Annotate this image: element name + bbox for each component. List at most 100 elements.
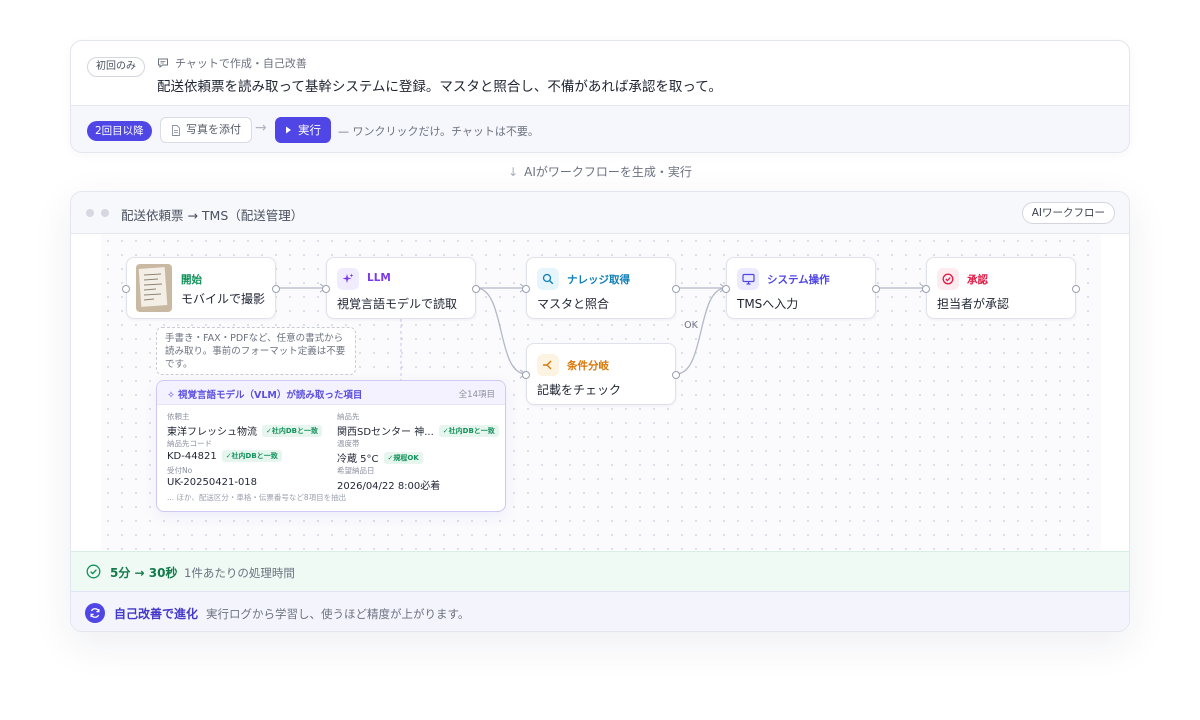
first-only-badge: 初回のみ <box>87 57 145 77</box>
port-in[interactable] <box>922 285 930 293</box>
workflow-header: 配送依頼票 → TMS（配送管理） AIワークフロー <box>71 192 1129 234</box>
generate-label: ↓ AIがワークフローを生成・実行 <box>0 163 1200 180</box>
instruction-card: 初回のみ チャットで作成・自己改善 配送依頼票を読み取って基幹システムに登録。マ… <box>70 40 1130 153</box>
ai-workflow-badge: AIワークフロー <box>1021 202 1115 224</box>
check-circle-icon <box>86 564 101 579</box>
port-in[interactable] <box>722 285 730 293</box>
field-value-row: 東洋フレッシュ物流 ✓社内DBと一致 <box>167 423 332 438</box>
field-value-row: KD-44821 ✓社内DBと一致 <box>167 450 332 462</box>
time-note: 1件あたりの処理時間 <box>184 566 295 580</box>
chat-instruction: 配送依頼票を読み取って基幹システムに登録。マスタと照合し、不備があれば承認を取っ… <box>157 79 722 95</box>
port-out[interactable] <box>872 285 880 293</box>
node-branch[interactable]: 条件分岐 記載をチェック <box>522 343 680 405</box>
node-approval[interactable]: 承認 担当者が承認 <box>922 257 1080 319</box>
self-improve-title: 自己改善で進化 <box>114 607 199 621</box>
workflow-card: 配送依頼票 → TMS（配送管理） AIワークフロー OK 開始 モバイルで撮影… <box>70 191 1130 632</box>
refresh-icon <box>85 603 105 623</box>
rule-tag: ✓規程OK <box>383 451 423 464</box>
workflow-canvas[interactable]: OK 開始 モバイルで撮影 LLM 視覚言語モデルで読取 ナレッジ取得 マスタと… <box>101 234 1101 550</box>
node-text: モバイルで撮影 <box>181 292 266 306</box>
node-llm[interactable]: LLM 視覚言語モデルで読取 <box>322 257 480 319</box>
play-icon <box>286 126 291 134</box>
node-type-label: LLM <box>367 272 391 284</box>
node-type-label: ナレッジ取得 <box>567 274 630 286</box>
vlm-header: ✧ 視覚言語モデル（VLM）が読み取った項目 全14項目 <box>157 381 505 405</box>
port-out[interactable] <box>272 285 280 293</box>
field-label: 受付No <box>167 466 193 475</box>
port-in[interactable] <box>322 285 330 293</box>
chat-meta-label: チャットで作成・自己改善 <box>175 57 307 70</box>
port-out[interactable] <box>472 285 480 293</box>
field-value: 東洋フレッシュ物流 <box>167 427 257 438</box>
edge-branch-system <box>675 287 727 375</box>
field-value: KD-44821 <box>167 450 217 462</box>
field-label: 希望納品日 <box>337 466 375 475</box>
generate-text: AIがワークフローを生成・実行 <box>524 165 692 179</box>
field-value-row: UK-20250421-018 <box>167 477 332 488</box>
node-text: 視覚言語モデルで読取 <box>337 297 458 311</box>
sparkle-icon: ✧ <box>167 390 175 401</box>
field-value-row: 2026/04/22 8:00必着 <box>337 477 502 492</box>
run-label: 実行 <box>298 123 321 137</box>
branch-icon <box>537 354 559 376</box>
port-out[interactable] <box>672 285 680 293</box>
node-system[interactable]: システム操作 TMSへ入力 <box>722 257 880 319</box>
vlm-field: 納品先 関西SDセンター 神... ✓社内DBと一致 <box>337 411 502 438</box>
chat-meta: チャットで作成・自己改善 <box>157 55 307 71</box>
edge-label-ok: OK <box>684 320 698 331</box>
vlm-extraction-card: ✧ 視覚言語モデル（VLM）が読み取った項目 全14項目 依頼主 東洋フレッシュ物… <box>156 380 506 512</box>
field-value-row: 関西SDセンター 神... ✓社内DBと一致 <box>337 423 502 438</box>
vlm-footer: ... ほか、配送区分・車格・伝票番号など8項目を抽出 <box>167 493 347 502</box>
node-start[interactable]: 開始 モバイルで撮影 <box>122 257 280 319</box>
port-in[interactable] <box>522 285 530 293</box>
document-photo-thumbnail <box>136 264 172 312</box>
monitor-icon <box>737 268 759 290</box>
vlm-title-text: 視覚言語モデル（VLM）が読み取った項目 <box>177 390 363 401</box>
match-tag: ✓社内DBと一致 <box>262 424 323 437</box>
field-label: 温度帯 <box>337 439 360 448</box>
processing-time-bar: 5分 → 30秒 1件あたりの処理時間 <box>71 551 1129 591</box>
field-value: 冷蔵 5°C <box>337 454 379 465</box>
search-icon <box>537 268 559 290</box>
match-tag: ✓社内DBと一致 <box>221 450 282 462</box>
field-value: 関西SDセンター 神... <box>337 427 434 438</box>
node-knowledge[interactable]: ナレッジ取得 マスタと照合 <box>522 257 680 319</box>
self-improve-note: 実行ログから学習し、使うほど精度が上がります。 <box>206 607 470 621</box>
node-text: 記載をチェック <box>537 383 622 397</box>
port-in[interactable] <box>522 371 530 379</box>
run-note: — ワンクリックだけ。チャットは不要。 <box>338 125 539 138</box>
self-improve-bar: 自己改善で進化 実行ログから学習し、使うほど精度が上がります。 <box>71 591 1129 631</box>
node-text: TMSへ入力 <box>737 297 799 311</box>
check-circle-icon <box>937 268 959 290</box>
file-icon <box>172 124 180 136</box>
window-dot <box>86 209 94 217</box>
repeat-badge: 2回目以降 <box>87 121 152 141</box>
attach-photo-button[interactable]: 写真を添付 <box>160 117 252 143</box>
port-in[interactable] <box>122 285 130 293</box>
edge-llm-branch <box>475 287 527 375</box>
node-text: マスタと照合 <box>537 297 610 311</box>
field-value-row: 冷蔵 5°C ✓規程OK <box>337 450 502 465</box>
start-description: 手書き・FAX・PDFなど、任意の書式から読み取り。事前のフォーマット定義は不要… <box>156 327 356 375</box>
arrow-down-icon: ↓ <box>508 165 519 179</box>
node-type-label: 開始 <box>181 274 202 286</box>
run-button[interactable]: 実行 <box>275 117 331 143</box>
time-reduction: 5分 → 30秒 <box>110 566 178 580</box>
window-dot <box>101 209 109 217</box>
field-value: UK-20250421-018 <box>167 477 258 488</box>
node-text: 担当者が承認 <box>937 297 1010 311</box>
port-out[interactable] <box>672 371 680 379</box>
vlm-field: 納品先コード KD-44821 ✓社内DBと一致 <box>167 438 332 462</box>
vlm-field: 依頼主 東洋フレッシュ物流 ✓社内DBと一致 <box>167 411 332 438</box>
vlm-title: ✧ 視覚言語モデル（VLM）が読み取った項目 <box>167 387 362 401</box>
field-value: 2026/04/22 8:00必着 <box>337 481 441 492</box>
node-type-label: 条件分岐 <box>567 360 609 372</box>
workflow-title: 配送依頼票 → TMS（配送管理） <box>121 208 304 223</box>
port-out[interactable] <box>1072 285 1080 293</box>
first-run-row: 初回のみ チャットで作成・自己改善 配送依頼票を読み取って基幹システムに登録。マ… <box>71 41 1129 105</box>
vlm-field: 受付No UK-20250421-018 <box>167 465 332 488</box>
field-label: 納品先 <box>337 412 360 421</box>
repeat-run-row: 2回目以降 写真を添付 → 実行 — ワンクリックだけ。チャットは不要。 <box>71 105 1129 152</box>
attach-photo-label: 写真を添付 <box>186 123 241 136</box>
node-type-label: システム操作 <box>767 274 830 286</box>
